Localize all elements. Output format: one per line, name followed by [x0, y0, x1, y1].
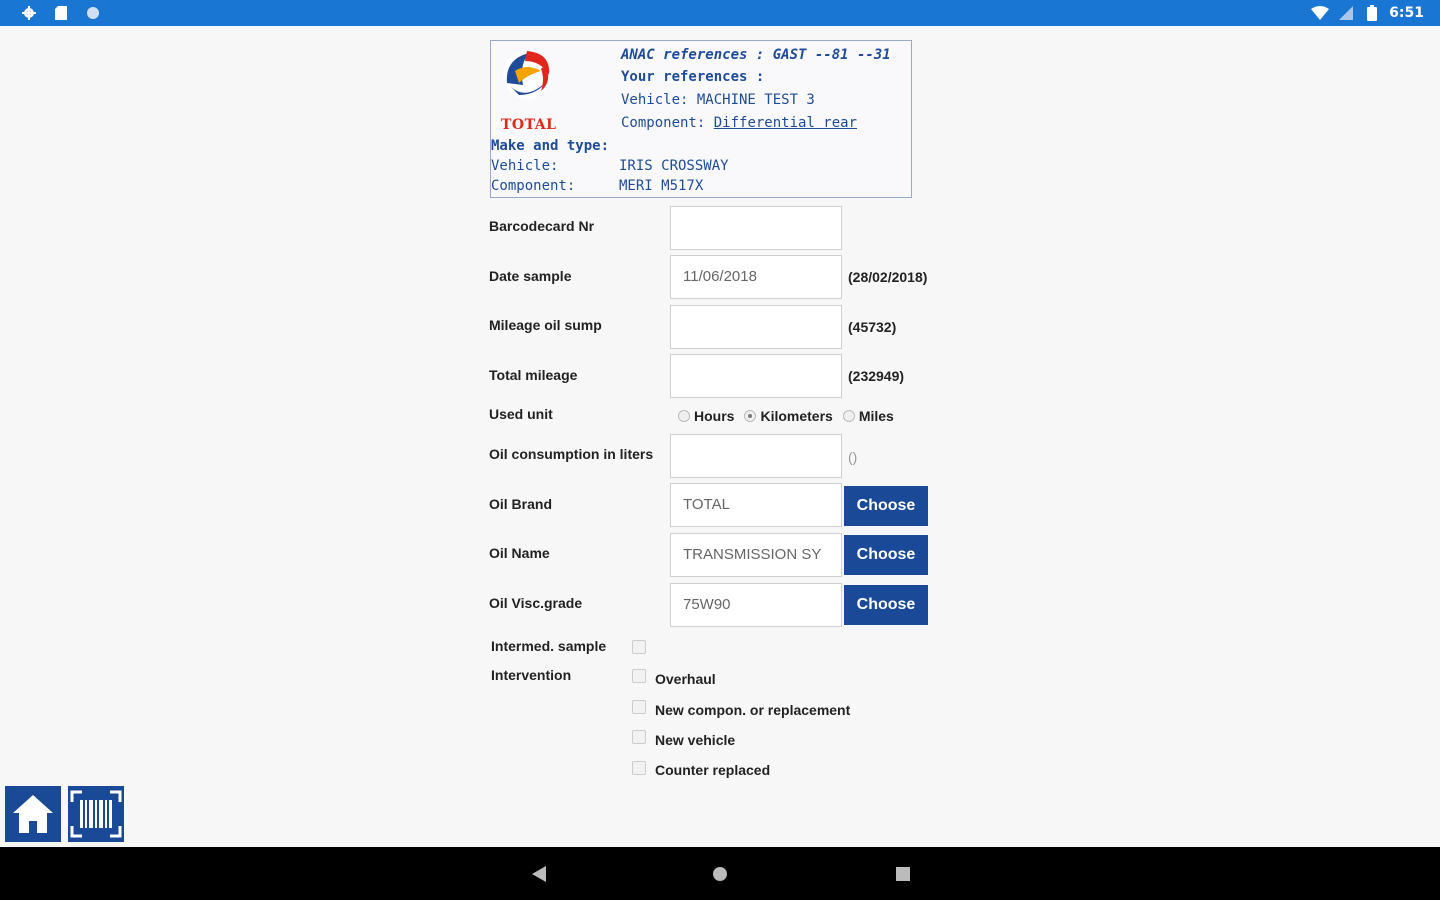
vehicle-reference: Vehicle: MACHINE TEST 3: [621, 92, 815, 108]
wifi-icon: [1311, 4, 1330, 22]
mileage-oil-sump-input[interactable]: [670, 305, 842, 349]
component-reference-link[interactable]: Differential rear: [714, 115, 857, 131]
oil-brand-input[interactable]: TOTAL: [670, 483, 842, 527]
home-nav-icon[interactable]: [711, 865, 729, 883]
gear-icon: [20, 4, 38, 22]
new-vehicle-checkbox[interactable]: [632, 730, 646, 744]
clock: 6:51: [1389, 5, 1424, 21]
mileage-oil-sump-hint: (45732): [848, 319, 897, 335]
barcode-input[interactable]: [670, 206, 842, 250]
counter-replaced-label: Counter replaced: [655, 762, 771, 778]
radio-hours-label: Hours: [694, 408, 735, 424]
total-mileage-label: Total mileage: [489, 367, 578, 383]
home-button[interactable]: [5, 786, 61, 842]
new-vehicle-label: New vehicle: [655, 732, 736, 748]
used-unit-label: Used unit: [489, 406, 553, 422]
mileage-oil-sump-label: Mileage oil sump: [489, 317, 602, 333]
oil-name-label: Oil Name: [489, 545, 550, 561]
recents-icon[interactable]: [894, 865, 912, 883]
radio-hours[interactable]: Hours: [678, 408, 734, 424]
navigation-bar: [0, 847, 1440, 900]
sd-card-icon: [52, 4, 70, 22]
total-mileage-input[interactable]: [670, 354, 842, 398]
oil-consumption-label: Oil consumption in liters: [489, 446, 654, 462]
overhaul-checkbox[interactable]: [632, 669, 646, 683]
make-type-title: Make and type:: [491, 138, 610, 154]
total-mileage-hint: (232949): [848, 368, 905, 384]
reference-info-box: TOTAL ANAC references : GAST --81 --31 Y…: [490, 40, 912, 198]
radio-hours-button[interactable]: [678, 410, 690, 422]
date-sample-input[interactable]: 11/06/2018: [670, 255, 842, 299]
used-unit-radio-group: Hours Kilometers Miles: [678, 408, 894, 424]
radio-kilometers-label: Kilometers: [760, 408, 833, 424]
intermed-sample-label: Intermed. sample: [491, 638, 607, 654]
oil-brand-label: Oil Brand: [489, 496, 553, 512]
date-sample-label: Date sample: [489, 268, 572, 284]
overhaul-label: Overhaul: [655, 671, 716, 687]
date-sample-hint: (28/02/2018): [848, 269, 928, 285]
oil-visc-label: Oil Visc.grade: [489, 595, 583, 611]
logo-text: TOTAL: [501, 117, 557, 133]
radio-kilometers[interactable]: Kilometers: [744, 408, 833, 424]
status-bar: 6:51: [0, 0, 1440, 26]
intervention-label: Intervention: [491, 667, 572, 683]
radio-miles-label: Miles: [858, 408, 894, 424]
radio-kilometers-button[interactable]: [744, 410, 757, 422]
make-type-vehicle-label: Vehicle:: [491, 158, 559, 174]
make-type-vehicle-value: IRIS CROSSWAY: [619, 158, 729, 174]
make-type-component-value: MERI M517X: [619, 178, 704, 194]
intermed-sample-checkbox[interactable]: [632, 640, 646, 654]
radio-miles[interactable]: Miles: [842, 408, 894, 424]
make-type-component: Component: MERI M517X: [491, 178, 703, 194]
circle-icon: [84, 4, 102, 22]
new-compon-checkbox[interactable]: [632, 700, 646, 714]
make-type-component-label: Component:: [491, 178, 576, 194]
radio-miles-button[interactable]: [842, 410, 855, 422]
barcode-icon: [70, 790, 122, 838]
component-reference-label: Component:: [621, 115, 706, 131]
oil-visc-input[interactable]: 75W90: [670, 583, 842, 627]
oil-consumption-hint: (): [848, 449, 858, 465]
oil-visc-choose-button[interactable]: Choose: [844, 585, 928, 625]
make-type-vehicle: Vehicle: IRIS CROSSWAY: [491, 158, 729, 174]
oil-brand-choose-button[interactable]: Choose: [844, 486, 928, 526]
signal-icon: [1337, 4, 1355, 22]
main-content: TOTAL ANAC references : GAST --81 --31 Y…: [0, 26, 1440, 847]
back-icon[interactable]: [530, 865, 548, 883]
counter-replaced-checkbox[interactable]: [632, 761, 646, 775]
component-reference: Component: Differential rear: [621, 115, 857, 131]
new-compon-label: New compon. or replacement: [655, 702, 851, 718]
barcode-scan-button[interactable]: [68, 786, 124, 842]
your-references-title: Your references :: [621, 69, 765, 85]
oil-name-input[interactable]: TRANSMISSION SY: [670, 533, 842, 577]
barcode-label: Barcodecard Nr: [489, 218, 595, 234]
home-icon: [13, 795, 53, 833]
oil-consumption-input[interactable]: [670, 434, 842, 478]
oil-name-choose-button[interactable]: Choose: [844, 535, 928, 575]
anac-references: ANAC references : GAST --81 --31: [621, 47, 891, 63]
battery-icon: [1363, 4, 1381, 22]
total-logo: TOTAL: [497, 45, 557, 133]
